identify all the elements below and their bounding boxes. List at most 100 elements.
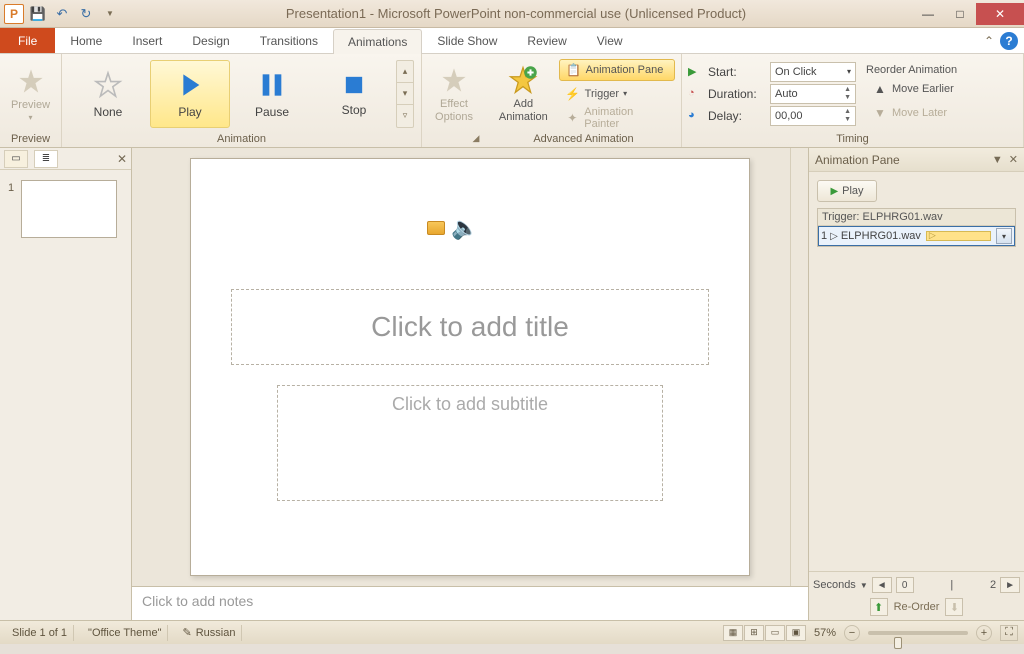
duration-label: Duration: <box>708 87 766 101</box>
gallery-down-icon[interactable]: ▾ <box>397 83 413 105</box>
window-controls: — □ ✕ <box>912 3 1024 25</box>
move-earlier-button[interactable]: ▲Move Earlier <box>866 78 960 100</box>
timeline-next-button[interactable]: ► <box>1000 577 1020 593</box>
animation-none[interactable]: None <box>68 60 148 128</box>
tab-slideshow[interactable]: Slide Show <box>422 28 512 53</box>
outline-view-tab[interactable]: ≣ <box>34 150 58 168</box>
animation-painter-button: ✦ Animation Painter <box>559 107 675 129</box>
pause-bars-icon <box>256 69 288 101</box>
animation-pane-title: Animation Pane <box>815 153 900 167</box>
slide-editor: 🔈 Click to add title Click to add subtit… <box>132 148 808 620</box>
delay-label: Delay: <box>708 109 766 123</box>
reorder-heading: Reorder Animation <box>866 64 960 76</box>
zoom-percent[interactable]: 57% <box>814 627 836 639</box>
start-dropdown[interactable]: On Click▾ <box>770 62 856 82</box>
language-indicator[interactable]: ✎ Russian <box>176 625 242 641</box>
vertical-scrollbar[interactable] <box>790 148 808 586</box>
media-play-icon: ▷ <box>830 231 838 242</box>
sound-swirl-icon[interactable] <box>427 221 445 235</box>
file-tab[interactable]: File <box>0 28 55 53</box>
minimize-button[interactable]: — <box>912 3 944 25</box>
play-triangle-icon <box>174 69 206 101</box>
maximize-button[interactable]: □ <box>944 3 976 25</box>
slide-thumbnail-panel: ▭ ≣ ✕ 1 <box>0 148 132 620</box>
tab-transitions[interactable]: Transitions <box>245 28 333 53</box>
tab-review[interactable]: Review <box>512 28 581 53</box>
trigger-lightning-icon: ⚡ <box>565 86 581 102</box>
save-icon[interactable]: 💾 <box>28 4 48 24</box>
spellcheck-icon: ✎ <box>182 626 191 639</box>
add-animation-button[interactable]: Add Animation <box>492 58 555 130</box>
gallery-up-icon[interactable]: ▴ <box>397 61 413 83</box>
tab-insert[interactable]: Insert <box>117 28 177 53</box>
close-panel-icon[interactable]: ✕ <box>117 152 127 166</box>
notes-pane[interactable]: Click to add notes <box>132 586 808 620</box>
animation-play-button[interactable]: ▶ Play <box>817 180 877 202</box>
reading-view-button[interactable]: ▭ <box>765 625 785 641</box>
effect-options-star-icon <box>438 64 470 96</box>
animation-stop[interactable]: Stop <box>314 60 394 128</box>
animation-pause[interactable]: Pause <box>232 60 312 128</box>
duration-input[interactable]: Auto▲▼ <box>770 84 856 104</box>
tab-home[interactable]: Home <box>55 28 117 53</box>
main-area: ▭ ≣ ✕ 1 🔈 Click to add title Click to ad… <box>0 148 1024 620</box>
stop-square-icon <box>340 71 368 99</box>
slideshow-view-button[interactable]: ▣ <box>786 625 806 641</box>
titlebar: P 💾 ↶ ↻ ▼ Presentation1 - Microsoft Powe… <box>0 0 1024 28</box>
slides-view-tab[interactable]: ▭ <box>4 150 28 168</box>
gallery-more-icon[interactable]: ▿ <box>397 105 413 126</box>
slide-mini-preview <box>21 180 117 238</box>
timeline-prev-button[interactable]: ◄ <box>872 577 892 593</box>
help-icon[interactable]: ? <box>1000 32 1018 50</box>
close-button[interactable]: ✕ <box>976 3 1024 25</box>
pane-dropdown-icon[interactable]: ▼ <box>992 154 1003 166</box>
reorder-label: Re-Order <box>894 601 940 613</box>
preview-group-label: Preview <box>0 133 61 147</box>
zoom-slider[interactable] <box>868 631 968 635</box>
animation-list: Trigger: ELPHRG01.wav 1 ▷ ELPHRG01.wav ▾ <box>817 208 1016 247</box>
qat-dropdown-icon[interactable]: ▼ <box>100 4 120 24</box>
app-icon[interactable]: P <box>4 4 24 24</box>
reorder-up-button[interactable]: ⬆ <box>870 598 888 616</box>
preview-star-icon <box>15 65 47 97</box>
redo-icon[interactable]: ↻ <box>76 4 96 24</box>
play-triangle-small-icon: ▶ <box>830 186 838 197</box>
slide-thumbnail-1[interactable]: 1 <box>8 180 123 241</box>
slide-canvas[interactable]: 🔈 Click to add title Click to add subtit… <box>190 158 750 576</box>
animation-pane-button[interactable]: 📋 Animation Pane <box>559 59 675 81</box>
fit-to-window-button[interactable]: ⛶ <box>1000 625 1018 641</box>
subtitle-placeholder[interactable]: Click to add subtitle <box>277 385 663 501</box>
pane-close-icon[interactable]: ✕ <box>1009 153 1018 166</box>
pane-icon: 📋 <box>566 62 582 78</box>
statusbar: Slide 1 of 1 "Office Theme" ✎ Russian ▦ … <box>0 620 1024 644</box>
seconds-dropdown-icon[interactable]: ▼ <box>860 581 868 590</box>
sorter-view-button[interactable]: ⊞ <box>744 625 764 641</box>
delay-input[interactable]: 00,00▲▼ <box>770 106 856 126</box>
window-title: Presentation1 - Microsoft PowerPoint non… <box>120 6 912 21</box>
up-triangle-icon: ▲ <box>872 81 888 97</box>
zoom-in-button[interactable]: + <box>976 625 992 641</box>
normal-view-button[interactable]: ▦ <box>723 625 743 641</box>
zoom-out-button[interactable]: − <box>844 625 860 641</box>
preview-button[interactable]: Preview ▾ <box>6 58 55 130</box>
animation-item-dropdown-icon[interactable]: ▾ <box>996 228 1012 244</box>
speaker-icon[interactable]: 🔈 <box>451 215 478 241</box>
animation-gallery-scroll[interactable]: ▴ ▾ ▿ <box>396 60 414 128</box>
animation-play[interactable]: Play <box>150 60 230 128</box>
tab-animations[interactable]: Animations <box>333 29 422 54</box>
tab-design[interactable]: Design <box>177 28 244 53</box>
theme-name: "Office Theme" <box>82 625 168 641</box>
effect-dialog-launcher-icon[interactable]: ◢ <box>470 133 482 145</box>
down-triangle-icon: ▼ <box>872 105 888 121</box>
trigger-button[interactable]: ⚡ Trigger ▾ <box>559 83 675 105</box>
trigger-header: Trigger: ELPHRG01.wav <box>818 209 1015 226</box>
title-placeholder[interactable]: Click to add title <box>231 289 709 365</box>
start-label: Start: <box>708 65 766 79</box>
animation-group-label: Animation <box>62 133 421 147</box>
start-play-icon: ▶ <box>688 65 702 79</box>
animation-item-1[interactable]: 1 ▷ ELPHRG01.wav ▾ <box>818 226 1015 246</box>
effect-options-label: Effect Options <box>435 98 473 122</box>
undo-icon[interactable]: ↶ <box>52 4 72 24</box>
tab-view[interactable]: View <box>582 28 638 53</box>
minimize-ribbon-icon[interactable]: ⌃ <box>984 34 994 48</box>
